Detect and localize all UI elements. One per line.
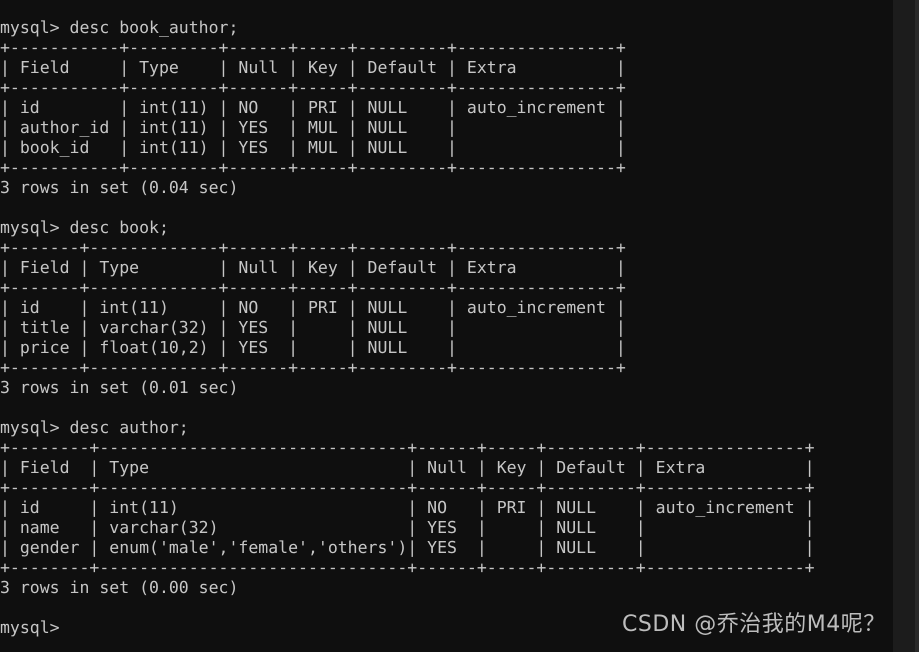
top-spacer <box>0 0 893 18</box>
terminal-line: | Field | Type | Null | Key | Default | … <box>0 458 815 477</box>
terminal-line: mysql> desc book; <box>0 218 169 237</box>
terminal-line: | id | int(11) | NO | PRI | NULL | auto_… <box>0 498 815 517</box>
terminal-line: +--------+------------------------------… <box>0 478 815 497</box>
terminal-line: 3 rows in set (0.00 sec) <box>0 578 239 597</box>
terminal-line: +--------+------------------------------… <box>0 558 815 577</box>
terminal-line: 3 rows in set (0.04 sec) <box>0 178 239 197</box>
terminal-line: | gender | enum('male','female','others'… <box>0 538 815 557</box>
terminal-line: +-------+-------------+------+-----+----… <box>0 358 626 377</box>
terminal-line: mysql> desc author; <box>0 418 189 437</box>
console-output: mysql> desc book_author; +-----------+---… <box>0 0 893 638</box>
terminal-line: +-----------+---------+------+-----+----… <box>0 38 626 57</box>
terminal-line: | book_id | int(11) | YES | MUL | NULL |… <box>0 138 626 157</box>
terminal-line: | id | int(11) | NO | PRI | NULL | auto_… <box>0 98 626 117</box>
terminal-line: | Field | Type | Null | Key | Default | … <box>0 58 626 77</box>
terminal-line: | title | varchar(32) | YES | | NULL | | <box>0 318 626 337</box>
terminal-line: +-------+-------------+------+-----+----… <box>0 238 626 257</box>
scrollbar-edge <box>915 0 919 652</box>
terminal-line: +--------+------------------------------… <box>0 438 815 457</box>
mysql-terminal-window[interactable]: mysql> desc book_author; +-----------+---… <box>0 0 919 652</box>
terminal-line: | Field | Type | Null | Key | Default | … <box>0 258 626 277</box>
terminal-line: +-----------+---------+------+-----+----… <box>0 78 626 97</box>
terminal-line: | id | int(11) | NO | PRI | NULL | auto_… <box>0 298 626 317</box>
terminal-line: +-------+-------------+------+-----+----… <box>0 278 626 297</box>
terminal-line: | author_id | int(11) | YES | MUL | NULL… <box>0 118 626 137</box>
terminal-line: | price | float(10,2) | YES | | NULL | | <box>0 338 626 357</box>
csdn-watermark: CSDN @乔治我的M4呢？ <box>622 612 886 637</box>
vertical-scrollbar[interactable] <box>893 0 915 652</box>
terminal-line: | name | varchar(32) | YES | | NULL | | <box>0 518 815 537</box>
terminal-line: +-----------+---------+------+-----+----… <box>0 158 626 177</box>
terminal-line: mysql> desc book_author; <box>0 18 239 37</box>
terminal-line: 3 rows in set (0.01 sec) <box>0 378 239 397</box>
